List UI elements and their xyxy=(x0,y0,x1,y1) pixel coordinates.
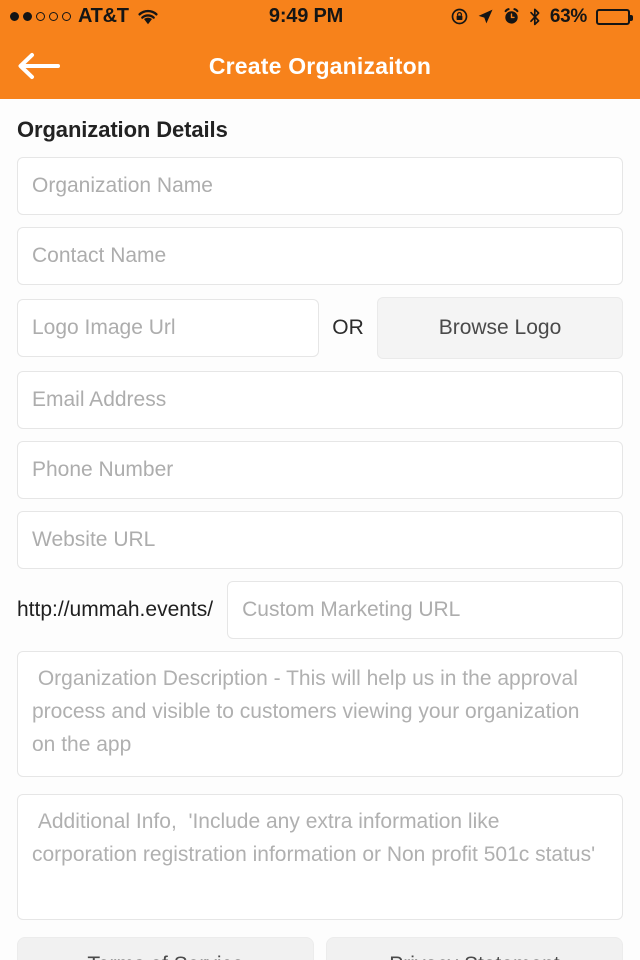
back-button[interactable] xyxy=(0,33,76,99)
legal-links-row: Terms of Service Privacy Statement xyxy=(17,937,623,960)
status-bar-right: 63% xyxy=(371,5,633,28)
phone-number-input[interactable] xyxy=(17,441,623,499)
rotation-lock-icon xyxy=(451,8,468,25)
form-content: Organization Details OR Browse Logo http… xyxy=(0,117,640,960)
marketing-url-prefix-label: http://ummah.events/ xyxy=(17,598,214,621)
location-arrow-icon xyxy=(477,8,494,25)
bluetooth-icon xyxy=(529,8,541,26)
navigation-bar: Create Organizaiton xyxy=(0,33,640,99)
status-bar: AT&T 9:49 PM 63% xyxy=(0,0,640,33)
organization-name-input[interactable] xyxy=(17,157,623,215)
clock-label: 9:49 PM xyxy=(268,5,344,27)
custom-marketing-url-input[interactable] xyxy=(227,581,623,639)
contact-name-input[interactable] xyxy=(17,227,623,285)
back-arrow-icon xyxy=(18,53,60,79)
page-title: Create Organizaiton xyxy=(208,52,432,79)
battery-icon xyxy=(596,8,633,25)
battery-percent-label: 63% xyxy=(549,5,587,27)
logo-row: OR Browse Logo xyxy=(17,297,623,359)
additional-info-textarea[interactable] xyxy=(17,794,623,920)
logo-image-url-input[interactable] xyxy=(17,299,319,357)
or-label: OR xyxy=(332,316,364,339)
signal-strength-icon xyxy=(10,12,71,21)
marketing-url-row: http://ummah.events/ xyxy=(17,581,623,639)
privacy-statement-button[interactable]: Privacy Statement xyxy=(326,937,623,960)
status-bar-left: AT&T xyxy=(10,5,269,28)
section-title: Organization Details xyxy=(17,117,228,142)
organization-description-textarea[interactable] xyxy=(17,651,623,777)
website-url-input[interactable] xyxy=(17,511,623,569)
carrier-label: AT&T xyxy=(78,5,129,27)
wifi-icon xyxy=(137,8,159,25)
email-address-input[interactable] xyxy=(17,371,623,429)
app-screen: AT&T 9:49 PM 63% Create Organizaiton Org… xyxy=(0,0,640,960)
terms-of-service-button[interactable]: Terms of Service xyxy=(17,937,314,960)
browse-logo-button[interactable]: Browse Logo xyxy=(377,297,623,359)
alarm-clock-icon xyxy=(503,8,520,25)
